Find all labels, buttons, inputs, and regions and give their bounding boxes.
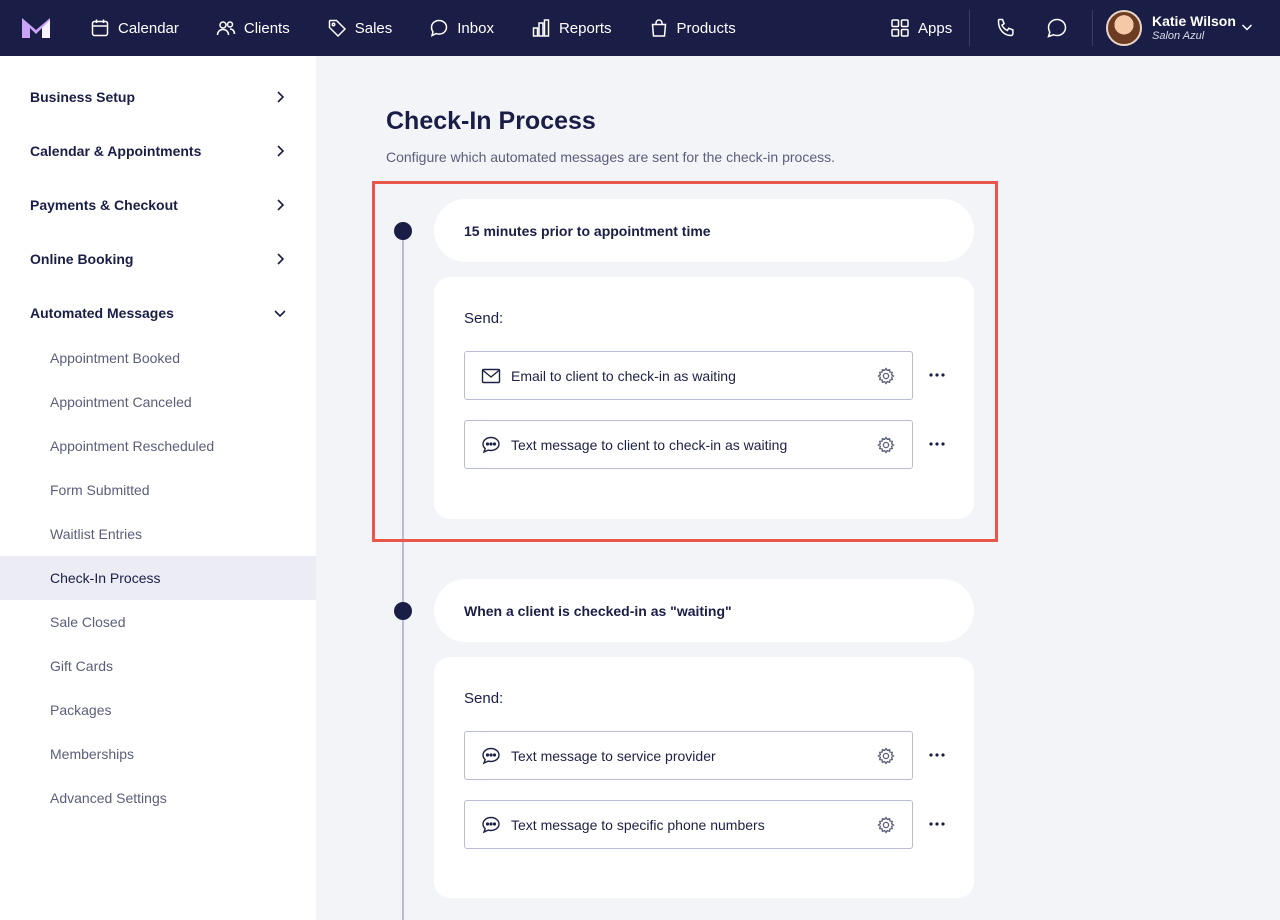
- nav-clients-label: Clients: [243, 19, 290, 37]
- user-salon: Salon Azul: [1152, 30, 1205, 42]
- sidebar-section-automated-messages[interactable]: Automated Messages: [0, 286, 316, 340]
- send-label: Send:: [464, 690, 504, 707]
- nav-inbox-label: Inbox: [457, 19, 494, 37]
- sidebar-section-label: Payments & Checkout: [30, 197, 178, 213]
- gear-icon[interactable]: [877, 747, 895, 765]
- apps-label: Apps: [918, 19, 953, 37]
- message-label: Text message to service provider: [511, 747, 716, 764]
- chevron-right-icon: [277, 91, 285, 103]
- top-navigation-bar: Calendar Clients Sales Inbox Reports Pro…: [0, 0, 1280, 56]
- page-subtitle: Configure which automated messages are s…: [386, 149, 836, 165]
- nav-sales[interactable]: Sales: [327, 18, 393, 38]
- sidebar-item-sale-closed[interactable]: Sale Closed: [0, 600, 316, 644]
- sidebar-item-appointment-booked[interactable]: Appointment Booked: [0, 336, 316, 380]
- sidebar-item-label: Appointment Rescheduled: [50, 438, 215, 454]
- tag-icon: [328, 19, 346, 38]
- sidebar-item-form-submitted[interactable]: Form Submitted: [0, 468, 316, 512]
- message-label: Text message to specific phone numbers: [511, 816, 765, 833]
- nav-inbox[interactable]: Inbox: [429, 18, 494, 38]
- chat-bubble-icon: [482, 747, 500, 765]
- sidebar-item-label: Check-In Process: [50, 570, 161, 586]
- step-card: Send: Text message to service provider T…: [434, 657, 974, 898]
- sidebar-item-advanced-settings[interactable]: Advanced Settings: [0, 776, 316, 820]
- users-icon: [216, 21, 236, 36]
- message-row[interactable]: Text message to service provider: [464, 731, 913, 780]
- user-name: Katie Wilson: [1152, 13, 1236, 29]
- chevron-down-icon: [274, 310, 286, 318]
- nav-reports[interactable]: Reports: [531, 18, 612, 38]
- nav-sales-label: Sales: [354, 19, 393, 37]
- sidebar-section-payments-checkout[interactable]: Payments & Checkout: [0, 178, 316, 232]
- main-nav: Calendar Clients Sales Inbox Reports Pro…: [90, 0, 773, 56]
- sidebar-item-label: Gift Cards: [50, 658, 114, 674]
- user-menu[interactable]: Katie Wilson Salon Azul: [1106, 10, 1236, 46]
- settings-sidebar: Business Setup Calendar & Appointments P…: [0, 56, 316, 920]
- sidebar-item-label: Sale Closed: [50, 614, 126, 630]
- chat-bubble-icon: [482, 816, 500, 834]
- phone-icon[interactable]: [994, 16, 1018, 40]
- sidebar-item-packages[interactable]: Packages: [0, 688, 316, 732]
- chevron-right-icon: [277, 145, 285, 157]
- grid-icon: [891, 19, 909, 37]
- nav-clients[interactable]: Clients: [216, 18, 290, 38]
- calendar-icon: [91, 19, 109, 37]
- sidebar-section-label: Online Booking: [30, 251, 134, 267]
- sidebar-item-label: Appointment Canceled: [50, 394, 192, 410]
- page-title: Check-In Process: [386, 107, 596, 135]
- step-trigger-label: When a client is checked-in as "waiting": [464, 602, 732, 619]
- sidebar-section-online-booking[interactable]: Online Booking: [0, 232, 316, 286]
- chevron-down-icon[interactable]: [1240, 20, 1254, 34]
- shopping-bag-icon: [651, 19, 666, 37]
- sidebar-item-memberships[interactable]: Memberships: [0, 732, 316, 776]
- inbox-icon: [431, 19, 448, 37]
- avatar: [1106, 10, 1142, 46]
- chevron-right-icon: [277, 253, 285, 265]
- sidebar-section-label: Business Setup: [30, 89, 136, 105]
- highlight-box: [372, 181, 998, 542]
- nav-products-label: Products: [676, 19, 736, 37]
- more-horizontal-icon[interactable]: [928, 746, 946, 764]
- message-row[interactable]: Text message to specific phone numbers: [464, 800, 913, 849]
- step-trigger: When a client is checked-in as "waiting": [434, 579, 974, 642]
- sidebar-item-appointment-canceled[interactable]: Appointment Canceled: [0, 380, 316, 424]
- nav-divider: [969, 10, 970, 46]
- chat-icon[interactable]: [1045, 16, 1069, 40]
- sidebar-item-waitlist-entries[interactable]: Waitlist Entries: [0, 512, 316, 556]
- sidebar-section-label: Calendar & Appointments: [30, 143, 202, 159]
- apps-button[interactable]: Apps: [890, 0, 952, 56]
- logo-icon[interactable]: [22, 18, 50, 38]
- sidebar-item-label: Packages: [50, 702, 112, 718]
- more-horizontal-icon[interactable]: [928, 815, 946, 833]
- sidebar-item-appointment-rescheduled[interactable]: Appointment Rescheduled: [0, 424, 316, 468]
- sidebar-item-gift-cards[interactable]: Gift Cards: [0, 644, 316, 688]
- sidebar-item-label: Memberships: [50, 746, 135, 762]
- nav-products[interactable]: Products: [649, 18, 736, 38]
- sidebar-item-check-in-process[interactable]: Check-In Process: [0, 556, 316, 600]
- sidebar-item-label: Advanced Settings: [50, 790, 167, 806]
- sidebar-item-label: Appointment Booked: [50, 350, 180, 366]
- gear-icon[interactable]: [877, 816, 895, 834]
- timeline-dot: [394, 602, 412, 620]
- sidebar-item-label: Form Submitted: [50, 482, 150, 498]
- nav-calendar[interactable]: Calendar: [90, 18, 179, 38]
- nav-calendar-label: Calendar: [118, 19, 179, 37]
- chevron-right-icon: [277, 199, 285, 211]
- nav-reports-label: Reports: [558, 19, 612, 37]
- nav-divider: [1092, 10, 1093, 46]
- sidebar-section-calendar-appointments[interactable]: Calendar & Appointments: [0, 124, 316, 178]
- sidebar-section-business-setup[interactable]: Business Setup: [0, 70, 316, 124]
- sidebar-section-label: Automated Messages: [30, 305, 174, 321]
- sidebar-item-label: Waitlist Entries: [50, 526, 143, 542]
- bar-chart-icon: [532, 19, 550, 37]
